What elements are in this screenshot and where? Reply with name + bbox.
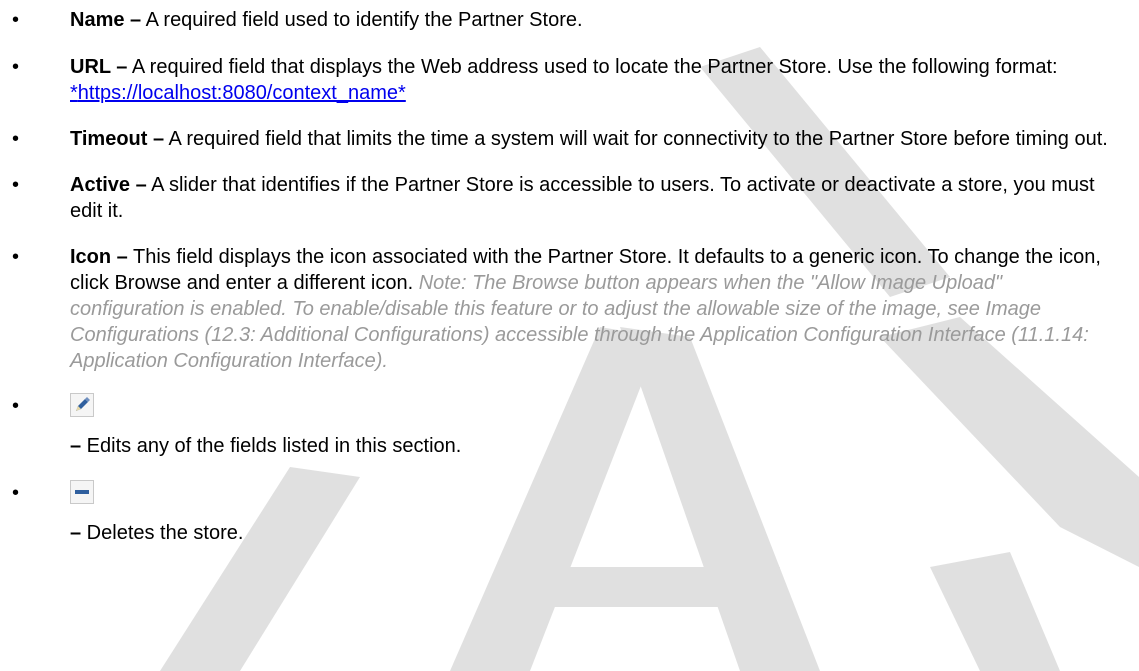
pencil-icon[interactable] <box>70 393 94 417</box>
link-star: * <box>70 82 78 104</box>
list-item-delete: – Deletes the store. <box>0 480 1119 546</box>
delete-dash: – <box>70 522 82 544</box>
term-active: Active – <box>70 174 147 196</box>
edit-desc: Edits any of the fields listed in this s… <box>81 435 462 457</box>
list-item-active: Active – A slider that identifies if the… <box>0 172 1119 224</box>
desc-active: A slider that identifies if the Partner … <box>70 174 1095 222</box>
list-item-edit: – Edits any of the fields listed in this… <box>0 393 1119 459</box>
document-body: Name – A required field used to identify… <box>0 7 1139 546</box>
url-example-link[interactable]: *https://localhost:8080/context_name* <box>70 82 406 104</box>
field-list: Name – A required field used to identify… <box>0 7 1139 546</box>
term-timeout: Timeout – <box>70 128 165 150</box>
desc-url: A required field that displays the Web a… <box>127 56 1058 78</box>
list-item-url: URL – A required field that displays the… <box>0 54 1119 106</box>
list-item-icon: Icon – This field displays the icon asso… <box>0 244 1119 374</box>
edit-dash: – <box>70 435 82 457</box>
desc-name: A required field used to identify the Pa… <box>141 9 583 31</box>
term-icon: Icon – <box>70 246 128 268</box>
term-name: Name – <box>70 9 142 31</box>
delete-description: – Deletes the store. <box>70 520 1119 546</box>
desc-timeout: A required field that limits the time a … <box>164 128 1108 150</box>
list-item-timeout: Timeout – A required field that limits t… <box>0 126 1119 152</box>
edit-description: – Edits any of the fields listed in this… <box>70 433 1119 459</box>
minus-icon[interactable] <box>70 480 94 504</box>
list-item-name: Name – A required field used to identify… <box>0 7 1119 33</box>
term-url: URL – <box>70 56 128 78</box>
delete-desc: Deletes the store. <box>81 522 244 544</box>
link-text: https://localhost:8080/context_name* <box>77 82 406 104</box>
